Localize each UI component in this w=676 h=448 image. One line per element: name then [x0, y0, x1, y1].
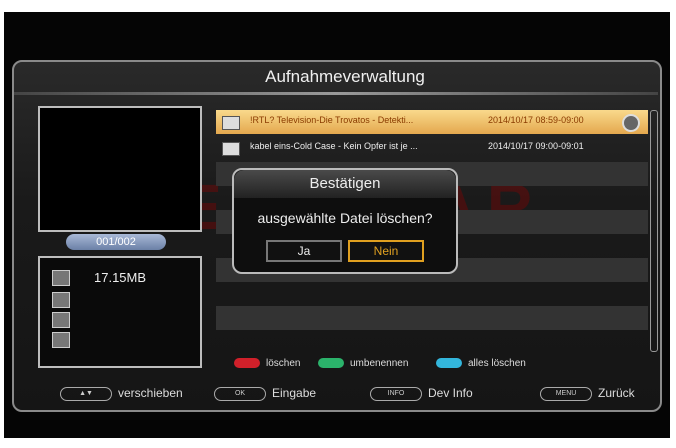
- network-icon: [52, 332, 70, 348]
- recording-time: 2014/10/17 09:00-09:01: [488, 141, 584, 151]
- dialog-title: Bestätigen: [234, 170, 456, 198]
- page-title: Aufnahmeverwaltung: [265, 67, 425, 86]
- confirm-dialog: Bestätigen ausgewählte Datei löschen? Ja…: [232, 168, 458, 274]
- yes-button[interactable]: Ja: [266, 240, 342, 262]
- ok-key-icon: OK: [214, 386, 266, 401]
- recording-title: !RTL? Television-Die Trovatos - Detekti.…: [250, 115, 414, 125]
- file-size: 17.15MB: [94, 270, 147, 285]
- footer-info-label: Dev Info: [428, 386, 473, 400]
- blue-key-icon: [436, 358, 462, 369]
- lock-icon: [622, 114, 640, 132]
- green-key-icon: [318, 358, 344, 369]
- red-key-icon: [234, 358, 260, 369]
- video-preview: [38, 106, 202, 232]
- list-item[interactable]: kabel eins-Cold Case - Kein Opfer ist je…: [216, 136, 648, 160]
- legend-blue: alles löschen: [436, 358, 526, 369]
- recording-info-box: 17.15MB: [38, 256, 202, 368]
- info-key-icon: INFO: [370, 386, 422, 401]
- title-divider: [14, 92, 658, 95]
- footer-menu-label: Zurück: [598, 386, 635, 400]
- list-item[interactable]: !RTL? Television-Die Trovatos - Detekti.…: [216, 110, 648, 134]
- film-icon: [222, 142, 240, 156]
- footer-move-label: verschieben: [118, 386, 183, 400]
- arrow-keys-icon: ▲▼: [60, 386, 112, 401]
- legend-red: löschen: [234, 358, 300, 369]
- recording-title: kabel eins-Cold Case - Kein Opfer ist je…: [250, 141, 418, 151]
- scrollbar[interactable]: [650, 110, 658, 352]
- legend-green-label: umbenennen: [350, 358, 409, 369]
- legend-blue-label: alles löschen: [468, 358, 526, 369]
- footer-menu: MENU Zurück: [540, 386, 635, 401]
- file-icon: [52, 312, 70, 328]
- footer-ok: OK Eingabe: [214, 386, 316, 401]
- dialog-message: ausgewählte Datei löschen?: [257, 210, 433, 226]
- disk-icon: [52, 270, 70, 286]
- no-button[interactable]: Nein: [348, 240, 424, 262]
- footer-ok-label: Eingabe: [272, 386, 317, 400]
- recording-time: 2014/10/17 08:59-09:00: [488, 115, 584, 125]
- empty-row: [216, 306, 648, 330]
- legend-red-label: löschen: [266, 358, 301, 369]
- user-icon: [52, 292, 70, 308]
- recording-counter: 001/002: [66, 234, 166, 250]
- legend-green: umbenennen: [318, 358, 408, 369]
- menu-key-icon: MENU: [540, 386, 592, 401]
- film-icon: [222, 116, 240, 130]
- footer-move: ▲▼ verschieben: [60, 386, 183, 401]
- footer-info: INFO Dev Info: [370, 386, 473, 401]
